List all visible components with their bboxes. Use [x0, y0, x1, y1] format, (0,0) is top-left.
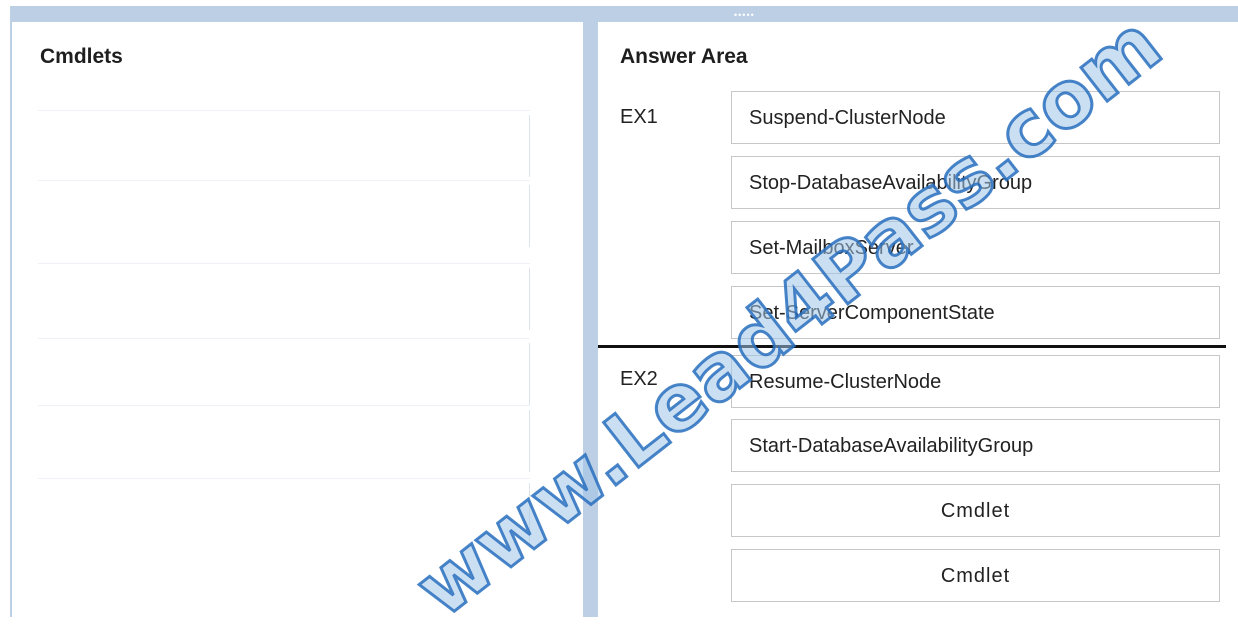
answer-box[interactable]: Set-ServerComponentState — [731, 286, 1220, 339]
top-resize-bar — [10, 6, 1238, 22]
answer-area-title: Answer Area — [620, 45, 748, 68]
left-frame-border — [10, 6, 12, 617]
cmdlet-slot[interactable] — [38, 263, 530, 334]
panel-divider[interactable] — [583, 6, 598, 617]
group-label-ex1: EX1 — [620, 106, 658, 128]
slot-edge — [529, 268, 530, 330]
answer-box[interactable]: Resume-ClusterNode — [731, 355, 1220, 408]
answer-box[interactable]: Suspend-ClusterNode — [731, 91, 1220, 144]
cmdlets-title: Cmdlets — [40, 45, 123, 68]
slot-edge — [529, 115, 530, 177]
answer-box[interactable]: Start-DatabaseAvailabilityGroup — [731, 419, 1220, 472]
cmdlet-slot[interactable] — [38, 405, 530, 476]
cmdlet-slot[interactable] — [38, 180, 530, 251]
answer-box[interactable]: Set-MailboxServer — [731, 221, 1220, 274]
cmdlet-slot[interactable] — [38, 338, 530, 409]
group-label-ex2: EX2 — [620, 368, 658, 390]
answer-box-placeholder[interactable]: Cmdlet — [731, 484, 1220, 537]
slot-edge — [529, 185, 530, 247]
slot-edge — [529, 343, 530, 405]
cmdlet-slot[interactable] — [38, 478, 530, 549]
cmdlet-slot[interactable] — [38, 110, 530, 181]
drag-grip-icon[interactable]: ••••• — [734, 11, 755, 20]
group-separator — [598, 345, 1226, 348]
answer-box-placeholder[interactable]: Cmdlet — [731, 549, 1220, 602]
slot-edge — [529, 483, 530, 545]
slot-edge — [529, 410, 530, 472]
answer-box[interactable]: Stop-DatabaseAvailabilityGroup — [731, 156, 1220, 209]
